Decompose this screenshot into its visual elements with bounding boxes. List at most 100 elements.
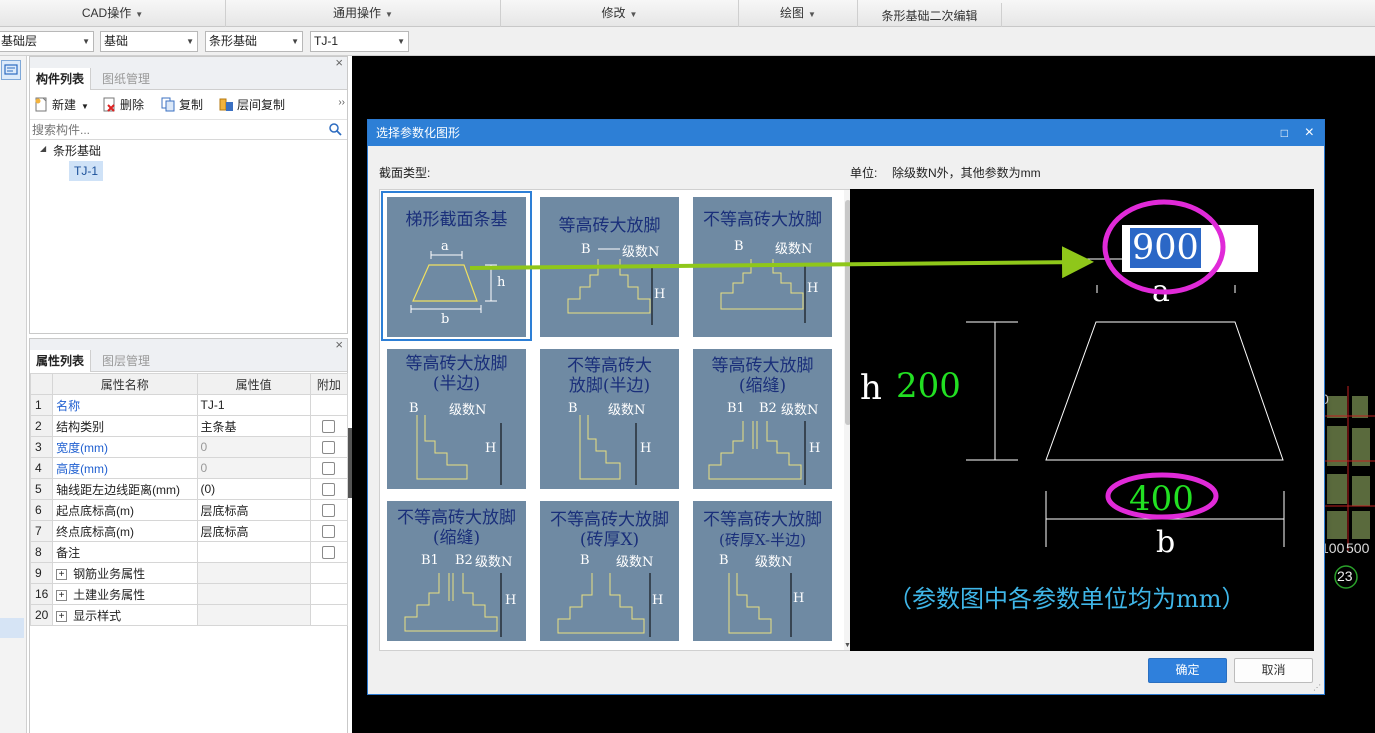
checkbox[interactable] (322, 483, 336, 497)
header-property-value: 属性值 (196, 373, 311, 395)
expand-icon[interactable]: + (56, 610, 68, 622)
shape-grid: 梯形截面条基 a h b 等高砖大放脚 B 级数N H 不等高砖大放脚 B 级数… (379, 189, 853, 651)
trapezoid-diagram (410, 251, 497, 313)
new-file-icon (35, 97, 47, 112)
delete-button[interactable]: 删除 (102, 96, 144, 114)
shape-unequal-brick-half[interactable]: 不等高砖大 放脚(半边) B 级数N H (534, 343, 679, 489)
checkbox[interactable] (322, 525, 336, 539)
tab-component-list[interactable]: 构件列表 (30, 68, 92, 90)
header-property-name: 属性名称 (52, 373, 198, 395)
table-row[interactable]: 8 备注 (29, 541, 349, 563)
chevron-down-icon: ▼ (629, 10, 638, 19)
chevron-down-icon: ▼ (81, 102, 89, 111)
menu-draw[interactable]: 绘图 ▼ (739, 0, 858, 27)
table-row[interactable]: 20 + 显示样式 (29, 604, 349, 626)
table-row[interactable]: 3 宽度(mm) 0 (29, 436, 349, 458)
menu-cad-operations[interactable]: CAD操作 ▼ (0, 0, 226, 27)
remark-value[interactable] (196, 541, 311, 563)
tree-node-strip-foundation[interactable]: 条形基础 (53, 142, 101, 159)
checkbox[interactable] (322, 420, 336, 434)
unit-note: （参数图中各参数单位均为mm） (888, 585, 1246, 613)
side-tab-highlight[interactable] (0, 618, 24, 638)
checkbox[interactable] (322, 504, 336, 518)
axis-offset-value[interactable]: (0) (196, 478, 311, 500)
checkbox[interactable] (322, 462, 336, 476)
param-h-value[interactable]: 200 (896, 366, 961, 406)
parameter-preview: 900 a h 200 400 b （参数图中各参数单位均为mm） (850, 189, 1314, 651)
param-b-value[interactable]: 400 (1129, 479, 1194, 519)
table-row[interactable]: 6 起点底标高(m) 层底标高 (29, 499, 349, 521)
property-table: 属性名称 属性值 附加 1 名称 TJ-1 2 结构类别 主条基 3 宽度(mm… (29, 373, 349, 626)
more-icon[interactable]: ›› (338, 97, 345, 108)
category-select[interactable]: 基础 ▼ (100, 31, 198, 52)
table-row[interactable]: 4 高度(mm) 0 (29, 457, 349, 479)
component-list-panel: × 构件列表 图纸管理 新建▼ 删除 复制 层间复制 ›› ◢ 条形基础 TJ-… (29, 55, 348, 334)
checkbox[interactable] (322, 441, 336, 455)
expand-icon[interactable]: + (56, 568, 68, 580)
table-row[interactable]: 2 结构类别 主条基 (29, 415, 349, 437)
shape-unequal-brick-thickness-x-half[interactable]: 不等高砖大放脚 (砖厚X-半边) B 级数N H (687, 495, 832, 641)
search-box[interactable] (30, 120, 347, 140)
copy-button[interactable]: 复制 (161, 96, 203, 114)
shape-unequal-brick-footing[interactable]: 不等高砖大放脚 B 级数N H (687, 191, 832, 337)
unit-text: 除级数N外，其他参数为mm (892, 166, 1041, 180)
structure-type-value[interactable]: 主条基 (196, 415, 311, 437)
floor-copy-button[interactable]: 层间复制 (219, 96, 285, 114)
floor-copy-icon (219, 98, 233, 111)
shape-unequal-brick-shrinkage[interactable]: 不等高砖大放脚 (缩缝) B1 B2 级数N H (381, 495, 526, 641)
cad-text: 500 (1346, 540, 1370, 556)
chevron-down-icon: ▼ (291, 37, 299, 46)
new-button[interactable]: 新建 ▼ (34, 96, 89, 114)
tab-drawing-management[interactable]: 图纸管理 (96, 68, 156, 90)
table-row[interactable]: 7 终点底标高(m) 层底标高 (29, 520, 349, 542)
menu-general-operations[interactable]: 通用操作 ▼ (226, 0, 501, 27)
table-row[interactable]: 9 + 钢筋业务属性 (29, 562, 349, 584)
copy-icon (161, 97, 175, 112)
chevron-down-icon: ▼ (135, 10, 144, 19)
layout-icon[interactable] (1, 60, 21, 80)
ok-button[interactable]: 确定 (1148, 658, 1227, 683)
section-type-label: 截面类型: (379, 166, 431, 180)
selector-toolbar: 基础层 ▼ 基础 ▼ 条形基础 ▼ TJ-1 ▼ (0, 27, 1375, 56)
table-row[interactable]: 16 + 土建业务属性 (29, 583, 349, 605)
dialog-title: 选择参数化图形 (376, 126, 461, 140)
table-row[interactable]: 5 轴线距左边线距离(mm) (0) (29, 478, 349, 500)
chevron-down-icon: ▼ (186, 37, 194, 46)
dialog-title-bar[interactable]: 选择参数化图形 □ × (368, 120, 1324, 146)
delete-icon (103, 97, 115, 112)
resize-grip-icon[interactable]: ⋰ (1313, 683, 1322, 692)
end-elevation-value[interactable]: 层底标高 (196, 520, 311, 542)
shape-unequal-brick-thickness-x[interactable]: 不等高砖大放脚 (砖厚X) B 级数N H (534, 495, 679, 641)
floor-select[interactable]: 基础层 ▼ (0, 31, 94, 52)
shape-equal-brick-half[interactable]: 等高砖大放脚 (半边) B 级数N H (381, 343, 526, 489)
search-icon[interactable] (329, 123, 342, 136)
maximize-icon[interactable]: □ (1281, 120, 1288, 146)
menu-modify[interactable]: 修改 ▼ (501, 0, 739, 27)
chevron-down-icon: ▼ (385, 10, 393, 19)
shape-trapezoid[interactable]: 梯形截面条基 a h b (381, 191, 532, 341)
unit-label: 单位: (850, 166, 878, 180)
type-select[interactable]: 条形基础 ▼ (205, 31, 303, 52)
search-input[interactable] (32, 122, 322, 138)
checkbox[interactable] (322, 546, 336, 560)
start-elevation-value[interactable]: 层底标高 (196, 499, 311, 521)
shape-equal-brick-shrinkage[interactable]: 等高砖大放脚 (缩缝) B1 B2 级数N H (687, 343, 832, 489)
tab-property-list[interactable]: 属性列表 (30, 350, 92, 372)
parametric-shape-dialog: 选择参数化图形 □ × 截面类型: 单位: 除级数N外，其他参数为mm 梯形截面… (367, 119, 1325, 695)
menu-strip-foundation-edit[interactable]: 条形基础二次编辑 (858, 3, 1002, 30)
tree-collapse-icon[interactable]: ◢ (40, 144, 46, 153)
chevron-down-icon: ▼ (397, 37, 405, 46)
component-select[interactable]: TJ-1 ▼ (310, 31, 409, 52)
header-extra: 附加 (309, 373, 349, 395)
cancel-button[interactable]: 取消 (1234, 658, 1313, 683)
tab-layer-management[interactable]: 图层管理 (96, 350, 156, 372)
property-list-panel: × 属性列表 图层管理 属性名称 属性值 附加 1 名称 TJ-1 2 结构类别… (29, 337, 349, 733)
close-icon[interactable]: × (1305, 120, 1314, 146)
chevron-down-icon: ▼ (82, 37, 90, 46)
tree-node-tj1[interactable]: TJ-1 (69, 161, 103, 181)
param-a-input[interactable]: 900 (1122, 225, 1258, 272)
name-value[interactable]: TJ-1 (196, 394, 311, 416)
expand-icon[interactable]: + (56, 589, 68, 601)
shape-equal-brick-footing[interactable]: 等高砖大放脚 B 级数N H (534, 191, 679, 337)
table-row[interactable]: 1 名称 TJ-1 (29, 394, 349, 416)
